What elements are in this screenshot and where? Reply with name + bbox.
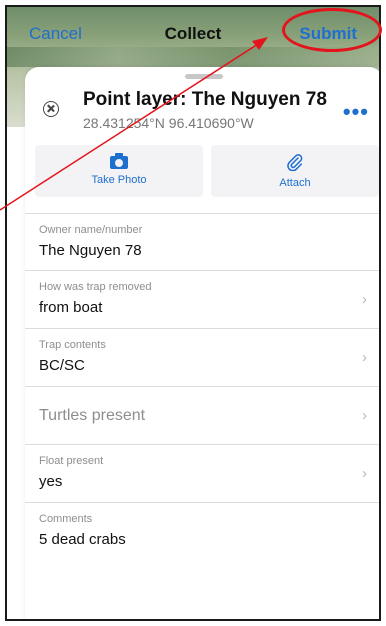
float-field[interactable]: Float present yes › xyxy=(25,445,379,503)
paperclip-icon xyxy=(282,149,308,175)
comments-field[interactable]: Comments 5 dead crabs xyxy=(25,503,379,561)
attach-label: Attach xyxy=(279,177,311,189)
owner-value: The Nguyen 78 xyxy=(39,242,142,259)
trap-contents-field[interactable]: Trap contents BC/SC › xyxy=(25,329,379,387)
attach-button[interactable]: Attach xyxy=(211,145,379,197)
take-photo-button[interactable]: Take Photo xyxy=(35,145,203,197)
cancel-button[interactable]: Cancel xyxy=(29,24,82,44)
close-icon[interactable] xyxy=(43,101,59,117)
trap-removed-field[interactable]: How was trap removed from boat › xyxy=(25,271,379,329)
app-frame: Cancel Collect Submit Point layer: The N… xyxy=(5,5,381,621)
turtles-field[interactable]: Turtles present › xyxy=(25,387,379,445)
trap-contents-value: BC/SC xyxy=(39,357,85,374)
submit-button[interactable]: Submit xyxy=(299,24,357,44)
chevron-right-icon: › xyxy=(362,291,367,308)
feature-header: Point layer: The Nguyen 78 28.431254°N 9… xyxy=(39,87,369,137)
layer-title: Point layer: The Nguyen 78 xyxy=(83,89,327,110)
nav-title: Collect xyxy=(164,24,222,43)
attachment-actions: Take Photo Attach xyxy=(35,145,379,197)
coordinates: 28.431254°N 96.410690°W xyxy=(83,115,254,131)
chevron-right-icon: › xyxy=(362,465,367,482)
trap-removed-label: How was trap removed xyxy=(39,281,152,293)
nav-bar: Cancel Collect Submit xyxy=(7,7,379,61)
take-photo-label: Take Photo xyxy=(91,174,147,186)
trap-removed-value: from boat xyxy=(39,299,103,316)
trap-contents-label: Trap contents xyxy=(39,339,106,351)
form-fields: Owner name/number The Nguyen 78 How was … xyxy=(25,213,379,561)
float-label: Float present xyxy=(39,455,104,467)
chevron-right-icon: › xyxy=(362,407,367,424)
more-options-icon[interactable]: ••• xyxy=(343,99,369,125)
owner-field[interactable]: Owner name/number The Nguyen 78 xyxy=(25,213,379,271)
comments-label: Comments xyxy=(39,513,93,525)
sheet-grabber[interactable] xyxy=(185,74,223,79)
owner-label: Owner name/number xyxy=(39,224,143,236)
comments-value: 5 dead crabs xyxy=(39,531,126,548)
collect-sheet: Point layer: The Nguyen 78 28.431254°N 9… xyxy=(25,67,379,619)
camera-icon xyxy=(110,153,128,169)
turtles-placeholder: Turtles present xyxy=(39,407,146,424)
float-value: yes xyxy=(39,473,63,490)
chevron-right-icon: › xyxy=(362,349,367,366)
